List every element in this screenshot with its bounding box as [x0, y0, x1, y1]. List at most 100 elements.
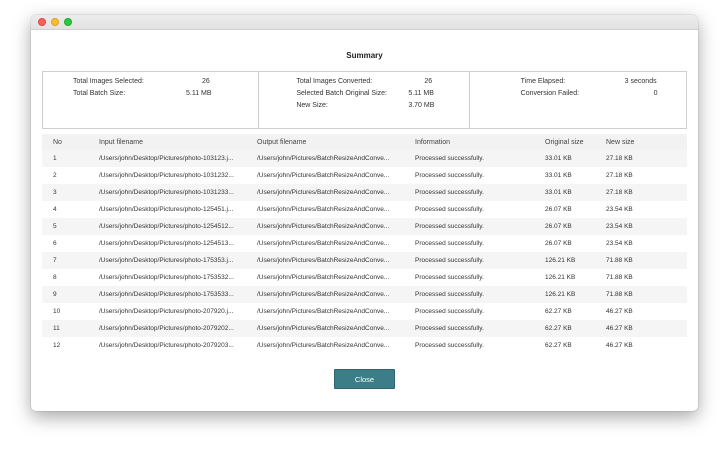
time-elapsed-label: Time Elapsed:	[520, 78, 566, 85]
table-row[interactable]: 9 /Users/john/Desktop/Pictures/photo-175…	[42, 286, 687, 303]
table-row[interactable]: 6 /Users/john/Desktop/Pictures/photo-125…	[42, 235, 687, 252]
selected-batch-original-size-label: Selected Batch Original Size:	[296, 90, 387, 97]
cell-input-filename: /Users/john/Desktop/Pictures/photo-17535…	[99, 291, 234, 298]
cell-output-filename: /Users/john/Pictures/BatchResizeAndConve…	[257, 240, 390, 247]
stats-panel: Total Images Selected: 26 Total Batch Si…	[42, 71, 687, 129]
cell-original-size: 62.27 KB	[545, 325, 572, 332]
cell-information: Processed successfully.	[415, 189, 484, 196]
cell-new-size: 71.88 KB	[606, 257, 633, 264]
table-header: No Input filename Output filename Inform…	[42, 134, 687, 150]
cell-original-size: 33.01 KB	[545, 172, 572, 179]
cell-original-size: 126.21 KB	[545, 257, 576, 264]
cell-original-size: 26.07 KB	[545, 206, 572, 213]
cell-new-size: 23.54 KB	[606, 223, 633, 230]
cell-output-filename: /Users/john/Pictures/BatchResizeAndConve…	[257, 172, 390, 179]
column-header-new-size[interactable]: New size	[606, 134, 661, 150]
cell-output-filename: /Users/john/Pictures/BatchResizeAndConve…	[257, 291, 390, 298]
total-batch-size-label: Total Batch Size:	[73, 90, 126, 97]
new-size-label: New Size:	[296, 102, 328, 109]
cell-input-filename: /Users/john/Desktop/Pictures/photo-10312…	[99, 172, 234, 179]
cell-output-filename: /Users/john/Pictures/BatchResizeAndConve…	[257, 308, 390, 315]
table-row[interactable]: 2 /Users/john/Desktop/Pictures/photo-103…	[42, 167, 687, 184]
cell-output-filename: /Users/john/Pictures/BatchResizeAndConve…	[257, 189, 390, 196]
total-batch-size-value: 5.11 MB	[186, 90, 212, 97]
cell-new-size: 46.27 KB	[606, 342, 633, 349]
time-elapsed-value: 3 seconds	[624, 78, 657, 85]
maximize-window-icon[interactable]	[64, 18, 72, 26]
results-table: No Input filename Output filename Inform…	[42, 134, 687, 356]
cell-information: Processed successfully.	[415, 291, 484, 298]
cell-original-size: 33.01 KB	[545, 189, 572, 196]
cell-information: Processed successfully.	[415, 325, 484, 332]
cell-input-filename: /Users/john/Desktop/Pictures/photo-12545…	[99, 223, 234, 230]
cell-no: 11	[53, 325, 60, 332]
table-row[interactable]: 8 /Users/john/Desktop/Pictures/photo-175…	[42, 269, 687, 286]
new-size-value: 3.70 MB	[408, 102, 435, 109]
cell-no: 8	[53, 274, 57, 281]
total-images-selected-value: 26	[202, 78, 210, 85]
column-header-information[interactable]: Information	[415, 134, 535, 150]
cell-input-filename: /Users/john/Desktop/Pictures/photo-20792…	[99, 308, 234, 315]
table-row[interactable]: 11 /Users/john/Desktop/Pictures/photo-20…	[42, 320, 687, 337]
column-header-input-filename[interactable]: Input filename	[99, 134, 249, 150]
cell-new-size: 71.88 KB	[606, 291, 633, 298]
table-row[interactable]: 1 /Users/john/Desktop/Pictures/photo-103…	[42, 150, 687, 167]
close-window-icon[interactable]	[38, 18, 46, 26]
cell-information: Processed successfully.	[415, 223, 484, 230]
cell-original-size: 62.27 KB	[545, 308, 572, 315]
stats-column-conversion: Total Images Converted: 26 Selected Batc…	[259, 72, 470, 128]
minimize-window-icon[interactable]	[51, 18, 59, 26]
cell-input-filename: /Users/john/Desktop/Pictures/photo-12545…	[99, 240, 234, 247]
cell-no: 6	[53, 240, 57, 247]
summary-title: Summary	[346, 51, 383, 60]
table-row[interactable]: 10 /Users/john/Desktop/Pictures/photo-20…	[42, 303, 687, 320]
table-row[interactable]: 3 /Users/john/Desktop/Pictures/photo-103…	[42, 184, 687, 201]
cell-information: Processed successfully.	[415, 274, 484, 281]
table-row[interactable]: 7 /Users/john/Desktop/Pictures/photo-175…	[42, 252, 687, 269]
cell-no: 9	[53, 291, 57, 298]
cell-output-filename: /Users/john/Pictures/BatchResizeAndConve…	[257, 223, 390, 230]
close-button[interactable]: Close	[334, 369, 395, 389]
selected-batch-original-size-value: 5.11 MB	[408, 90, 434, 97]
cell-new-size: 27.18 KB	[606, 189, 633, 196]
cell-input-filename: /Users/john/Desktop/Pictures/photo-20792…	[99, 325, 234, 332]
column-header-original-size[interactable]: Original size	[545, 134, 600, 150]
conversion-failed-label: Conversion Failed:	[520, 90, 580, 97]
cell-output-filename: /Users/john/Pictures/BatchResizeAndConve…	[257, 155, 390, 162]
cell-input-filename: /Users/john/Desktop/Pictures/photo-20792…	[99, 342, 234, 349]
cell-original-size: 33.01 KB	[545, 155, 572, 162]
total-images-converted-value: 26	[424, 78, 433, 85]
cell-output-filename: /Users/john/Pictures/BatchResizeAndConve…	[257, 206, 390, 213]
cell-original-size: 62.27 KB	[545, 342, 572, 349]
cell-new-size: 46.27 KB	[606, 325, 633, 332]
cell-new-size: 46.27 KB	[606, 308, 633, 315]
cell-no: 5	[53, 223, 57, 230]
cell-no: 12	[53, 342, 61, 349]
table-row[interactable]: 4 /Users/john/Desktop/Pictures/photo-125…	[42, 201, 687, 218]
table-row[interactable]: 12 /Users/john/Desktop/Pictures/photo-20…	[42, 337, 687, 354]
cell-no: 7	[53, 257, 57, 264]
stats-column-time: Time Elapsed: 3 seconds Conversion Faile…	[470, 72, 686, 128]
cell-no: 3	[53, 189, 57, 196]
cell-input-filename: /Users/john/Desktop/Pictures/photo-17535…	[99, 257, 234, 264]
column-header-no[interactable]: No	[53, 134, 83, 150]
column-header-output-filename[interactable]: Output filename	[257, 134, 407, 150]
cell-output-filename: /Users/john/Pictures/BatchResizeAndConve…	[257, 342, 390, 349]
cell-new-size: 71.88 KB	[606, 274, 633, 281]
cell-original-size: 126.21 KB	[545, 274, 576, 281]
table-row[interactable]: 5 /Users/john/Desktop/Pictures/photo-125…	[42, 218, 687, 235]
summary-window: Summary Total Images Selected: 26 Total …	[31, 15, 698, 411]
cell-information: Processed successfully.	[415, 240, 484, 247]
cell-output-filename: /Users/john/Pictures/BatchResizeAndConve…	[257, 274, 390, 281]
title-bar	[31, 15, 698, 30]
cell-new-size: 27.18 KB	[606, 172, 633, 179]
cell-output-filename: /Users/john/Pictures/BatchResizeAndConve…	[257, 257, 390, 264]
cell-input-filename: /Users/john/Desktop/Pictures/photo-12545…	[99, 206, 234, 213]
cell-input-filename: /Users/john/Desktop/Pictures/photo-17535…	[99, 274, 234, 281]
table-body: 1 /Users/john/Desktop/Pictures/photo-103…	[42, 150, 687, 354]
cell-output-filename: /Users/john/Pictures/BatchResizeAndConve…	[257, 325, 390, 332]
stats-column-selection: Total Images Selected: 26 Total Batch Si…	[43, 72, 260, 128]
cell-new-size: 23.54 KB	[606, 240, 633, 247]
cell-information: Processed successfully.	[415, 257, 484, 264]
cell-information: Processed successfully.	[415, 308, 484, 315]
